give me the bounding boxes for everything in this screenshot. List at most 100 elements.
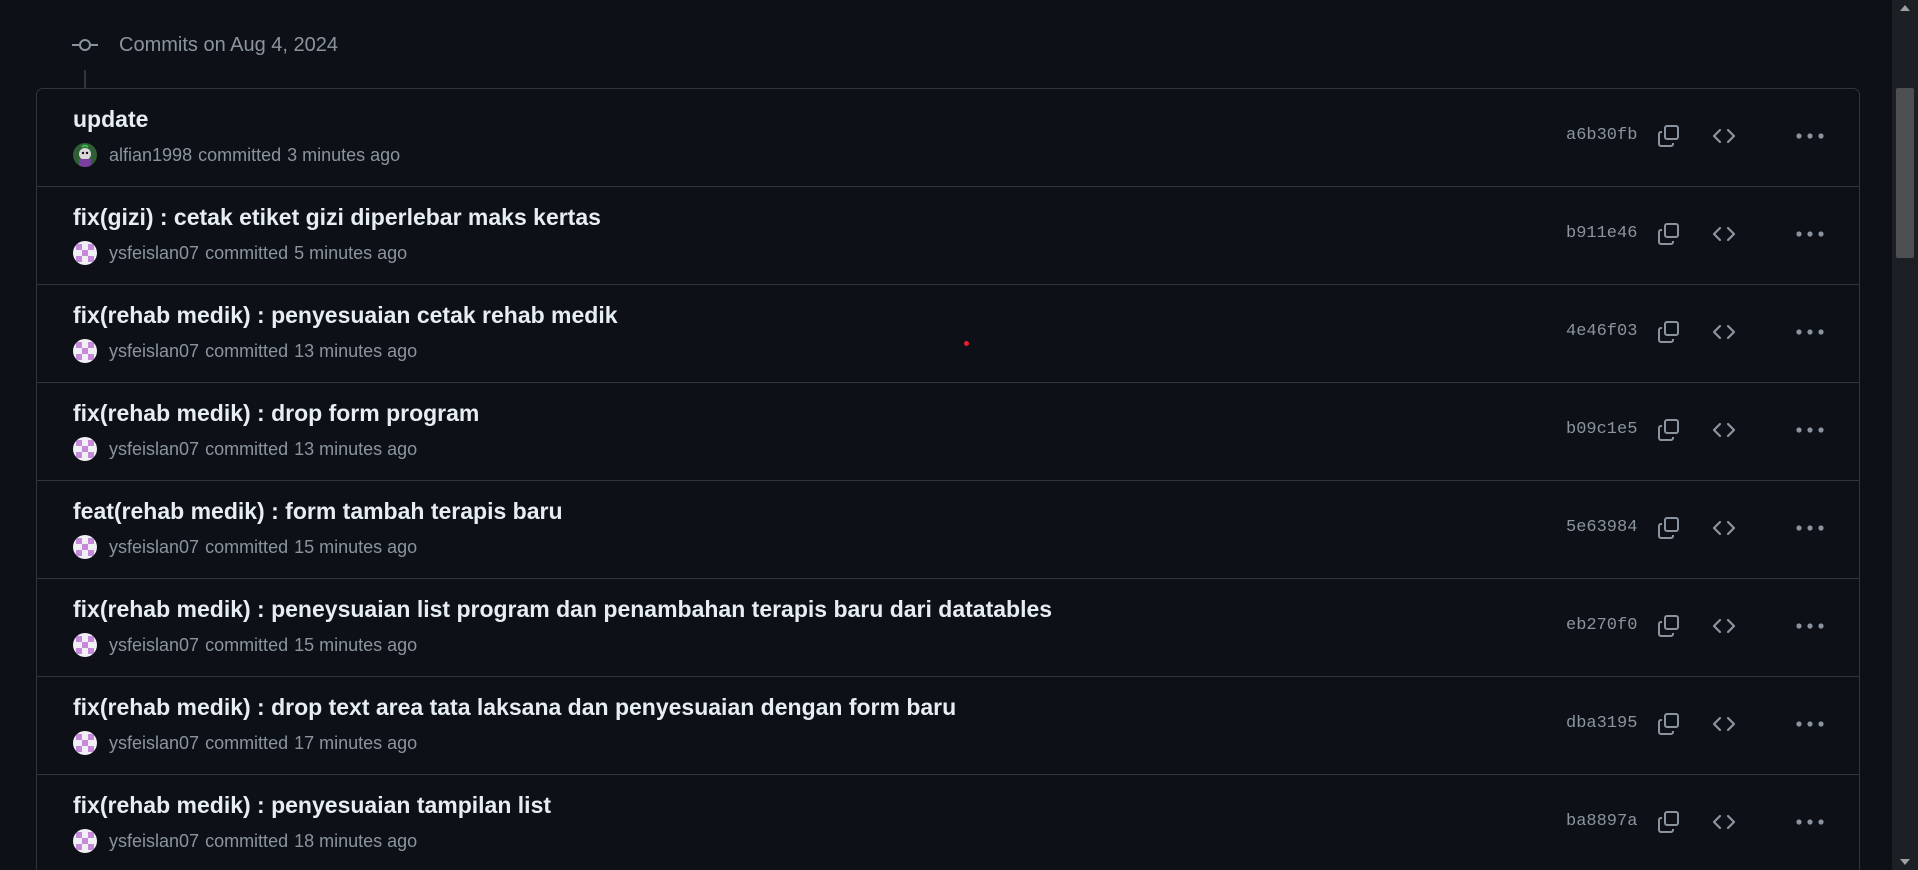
- commit-author-link[interactable]: ysfeislan07: [109, 635, 199, 656]
- browse-repo-button[interactable]: [1704, 116, 1744, 156]
- commit-message-link[interactable]: feat(rehab medik) : form tambah terapis …: [73, 498, 563, 525]
- avatar-ysfeislan[interactable]: [73, 535, 97, 559]
- commit-sha-link[interactable]: b911e46: [1566, 224, 1637, 243]
- copy-icon: [1658, 713, 1679, 735]
- browse-repo-button[interactable]: [1704, 214, 1744, 254]
- copy-sha-button[interactable]: [1649, 802, 1689, 842]
- commit-time: 15 minutes ago: [294, 634, 418, 655]
- commit-row: fix(rehab medik) : penyesuaian tampilan …: [37, 775, 1859, 870]
- commit-meta: ysfeislan07 committed 15 minutes ago: [73, 535, 417, 559]
- browse-repo-button[interactable]: [1704, 312, 1744, 352]
- commit-row: fix(rehab medik) : drop text area tata l…: [37, 677, 1859, 775]
- browse-repo-button[interactable]: [1704, 606, 1744, 646]
- avatar-ysfeislan[interactable]: [73, 731, 97, 755]
- copy-sha-button[interactable]: [1649, 410, 1689, 450]
- more-actions-button[interactable]: [1790, 802, 1830, 842]
- code-icon: [1712, 226, 1736, 242]
- commit-author-link[interactable]: ysfeislan07: [109, 341, 199, 362]
- commit-time: 5 minutes ago: [294, 242, 408, 263]
- commit-meta: ysfeislan07 committed 15 minutes ago: [73, 633, 417, 657]
- commit-row: fix(gizi) : cetak etiket gizi diperlebar…: [37, 187, 1859, 285]
- scroll-down-arrow-icon[interactable]: [1892, 854, 1918, 870]
- commit-meta: ysfeislan07 committed 13 minutes ago: [73, 437, 417, 461]
- code-icon: [1712, 716, 1736, 732]
- commit-message-link[interactable]: fix(rehab medik) : peneysuaian list prog…: [73, 596, 1052, 623]
- more-actions-button[interactable]: [1790, 410, 1830, 450]
- commit-message-link[interactable]: fix(rehab medik) : penyesuaian cetak reh…: [73, 302, 618, 329]
- commit-meta: ysfeislan07 committed 5 minutes ago: [73, 241, 407, 265]
- commit-sha-link[interactable]: ba8897a: [1566, 812, 1637, 831]
- commit-author-link[interactable]: ysfeislan07: [109, 537, 199, 558]
- more-actions-button[interactable]: [1790, 214, 1830, 254]
- commit-row: fix(rehab medik) : peneysuaian list prog…: [37, 579, 1859, 677]
- commit-sha-link[interactable]: eb270f0: [1566, 616, 1637, 635]
- commit-time: 3 minutes ago: [287, 144, 401, 165]
- commit-verb: committed: [205, 242, 289, 263]
- copy-sha-button[interactable]: [1649, 704, 1689, 744]
- browse-repo-button[interactable]: [1704, 410, 1744, 450]
- commit-verb: committed: [205, 634, 289, 655]
- copy-sha-button[interactable]: [1649, 606, 1689, 646]
- commit-author-link[interactable]: alfian1998: [109, 145, 192, 166]
- copy-icon: [1658, 223, 1679, 245]
- copy-icon: [1658, 125, 1679, 147]
- kebab-horizontal-icon: [1796, 329, 1824, 335]
- code-icon: [1712, 814, 1736, 830]
- commit-message-link[interactable]: fix(rehab medik) : drop text area tata l…: [73, 694, 956, 721]
- commit-sha-link[interactable]: dba3195: [1566, 714, 1637, 733]
- browse-repo-button[interactable]: [1704, 802, 1744, 842]
- more-actions-button[interactable]: [1790, 606, 1830, 646]
- commit-author-link[interactable]: ysfeislan07: [109, 831, 199, 852]
- copy-sha-button[interactable]: [1649, 116, 1689, 156]
- commit-sha-link[interactable]: b09c1e5: [1566, 420, 1637, 439]
- commit-time: 17 minutes ago: [294, 732, 418, 753]
- commit-row: update alfian1998 committed 3 minutes ag…: [37, 89, 1859, 187]
- commit-sha-link[interactable]: 5e63984: [1566, 518, 1637, 537]
- commit-verb: committed: [205, 340, 289, 361]
- commit-author-link[interactable]: ysfeislan07: [109, 243, 199, 264]
- browse-repo-button[interactable]: [1704, 508, 1744, 548]
- scrollbar[interactable]: [1892, 0, 1918, 870]
- commit-sha-link[interactable]: a6b30fb: [1566, 126, 1637, 145]
- commit-message-link[interactable]: fix(gizi) : cetak etiket gizi diperlebar…: [73, 204, 601, 231]
- commit-sha-link[interactable]: 4e46f03: [1566, 322, 1637, 341]
- copy-icon: [1658, 419, 1679, 441]
- avatar-ysfeislan[interactable]: [73, 829, 97, 853]
- commit-verb: committed: [205, 438, 289, 459]
- copy-sha-button[interactable]: [1649, 508, 1689, 548]
- avatar-alfian[interactable]: [73, 143, 97, 167]
- commit-message-link[interactable]: fix(rehab medik) : drop form program: [73, 400, 479, 427]
- kebab-horizontal-icon: [1796, 819, 1824, 825]
- commit-author-link[interactable]: ysfeislan07: [109, 733, 199, 754]
- scrollbar-thumb[interactable]: [1896, 88, 1914, 258]
- browse-repo-button[interactable]: [1704, 704, 1744, 744]
- commit-time: 18 minutes ago: [294, 830, 418, 851]
- avatar-ysfeislan[interactable]: [73, 241, 97, 265]
- more-actions-button[interactable]: [1790, 312, 1830, 352]
- scroll-up-arrow-icon[interactable]: [1892, 0, 1918, 16]
- code-icon: [1712, 324, 1736, 340]
- more-actions-button[interactable]: [1790, 704, 1830, 744]
- commit-message-link[interactable]: fix(rehab medik) : penyesuaian tampilan …: [73, 792, 551, 819]
- commit-row: feat(rehab medik) : form tambah terapis …: [37, 481, 1859, 579]
- commit-list: update alfian1998 committed 3 minutes ag…: [36, 88, 1860, 870]
- copy-sha-button[interactable]: [1649, 214, 1689, 254]
- copy-sha-button[interactable]: [1649, 312, 1689, 352]
- avatar-ysfeislan[interactable]: [73, 437, 97, 461]
- avatar-ysfeislan[interactable]: [73, 339, 97, 363]
- commit-time: 13 minutes ago: [294, 438, 418, 459]
- more-actions-button[interactable]: [1790, 116, 1830, 156]
- commit-row: fix(rehab medik) : drop form program ysf…: [37, 383, 1859, 481]
- code-icon: [1712, 618, 1736, 634]
- code-icon: [1712, 422, 1736, 438]
- commit-verb: committed: [205, 830, 289, 851]
- commit-verb: committed: [205, 732, 289, 753]
- commit-message-link[interactable]: update: [73, 106, 148, 133]
- commits-page: Commits on Aug 4, 2024 update alfian1998…: [0, 0, 1918, 870]
- more-actions-button[interactable]: [1790, 508, 1830, 548]
- copy-icon: [1658, 321, 1679, 343]
- cursor-dot: [964, 341, 969, 346]
- copy-icon: [1658, 811, 1679, 833]
- commit-author-link[interactable]: ysfeislan07: [109, 439, 199, 460]
- avatar-ysfeislan[interactable]: [73, 633, 97, 657]
